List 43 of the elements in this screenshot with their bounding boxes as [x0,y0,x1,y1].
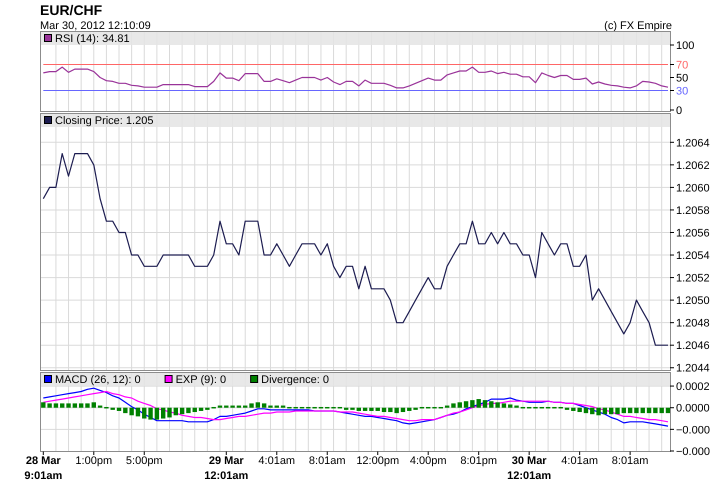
axis-label: 1:00pm [75,455,112,467]
axis-label: 12:01am [507,470,552,482]
legend-label: Closing Price: 1.205 [55,115,154,127]
axis-label: 8:01pm [460,455,498,467]
axis-label: 28 Mar [26,455,61,467]
axis-label: 4:00pm [410,455,447,467]
axis-label: 1.2062 [676,160,710,172]
axis-label: 1.2048 [676,318,710,330]
axis-label: 1.2044 [676,362,710,375]
axis-label: 0.0002 [676,381,710,394]
chart-title: EUR/CHF [40,1,102,18]
legend-label: Divergence: 0 [261,374,330,386]
axis-label: 1.2050 [676,295,710,308]
axis-label: 1.2058 [676,204,710,217]
axis-label: 70 [676,60,688,72]
axis-label: 8:01am [612,455,648,467]
axis-label: 4:01am [258,455,296,467]
axis-label: 8:01am [308,455,346,467]
copyright-label: (c) FX Empire [604,20,672,33]
legend-label: EXP (9): 0 [176,374,226,386]
axis-label: 1.2046 [676,340,710,352]
axis-label: 0.0000 [676,402,710,415]
axis-label: 5:00pm [126,455,163,467]
axis-label: 1.2054 [676,250,710,262]
axis-label: 0 [676,105,682,117]
legend-label: RSI (14): 34.81 [55,33,130,45]
axis-label: 50 [676,72,688,84]
axis-label: 1.2064 [676,137,710,150]
axis-label: 1.2052 [676,272,710,285]
axis-label: 12:00pm [356,455,400,467]
axis-label: 4:01am [561,455,598,467]
axis-label: −0.000 [676,446,710,458]
axis-label: 29 Mar [208,455,244,467]
timestamp: Mar 30, 2012 12:10:09 [40,20,151,33]
legend-label: MACD (26, 12): 0 [55,374,141,386]
axis-label: 9:01am [24,470,62,482]
axis-label: 1.2060 [676,182,710,194]
axis-label: 100 [676,40,694,52]
axis-label: 30 Mar [512,455,547,467]
axis-label: 30 [676,86,688,98]
axis-label: 1.2056 [676,227,710,240]
axis-label: 12:01am [204,470,248,482]
axis-label: −0.000 [676,424,710,436]
